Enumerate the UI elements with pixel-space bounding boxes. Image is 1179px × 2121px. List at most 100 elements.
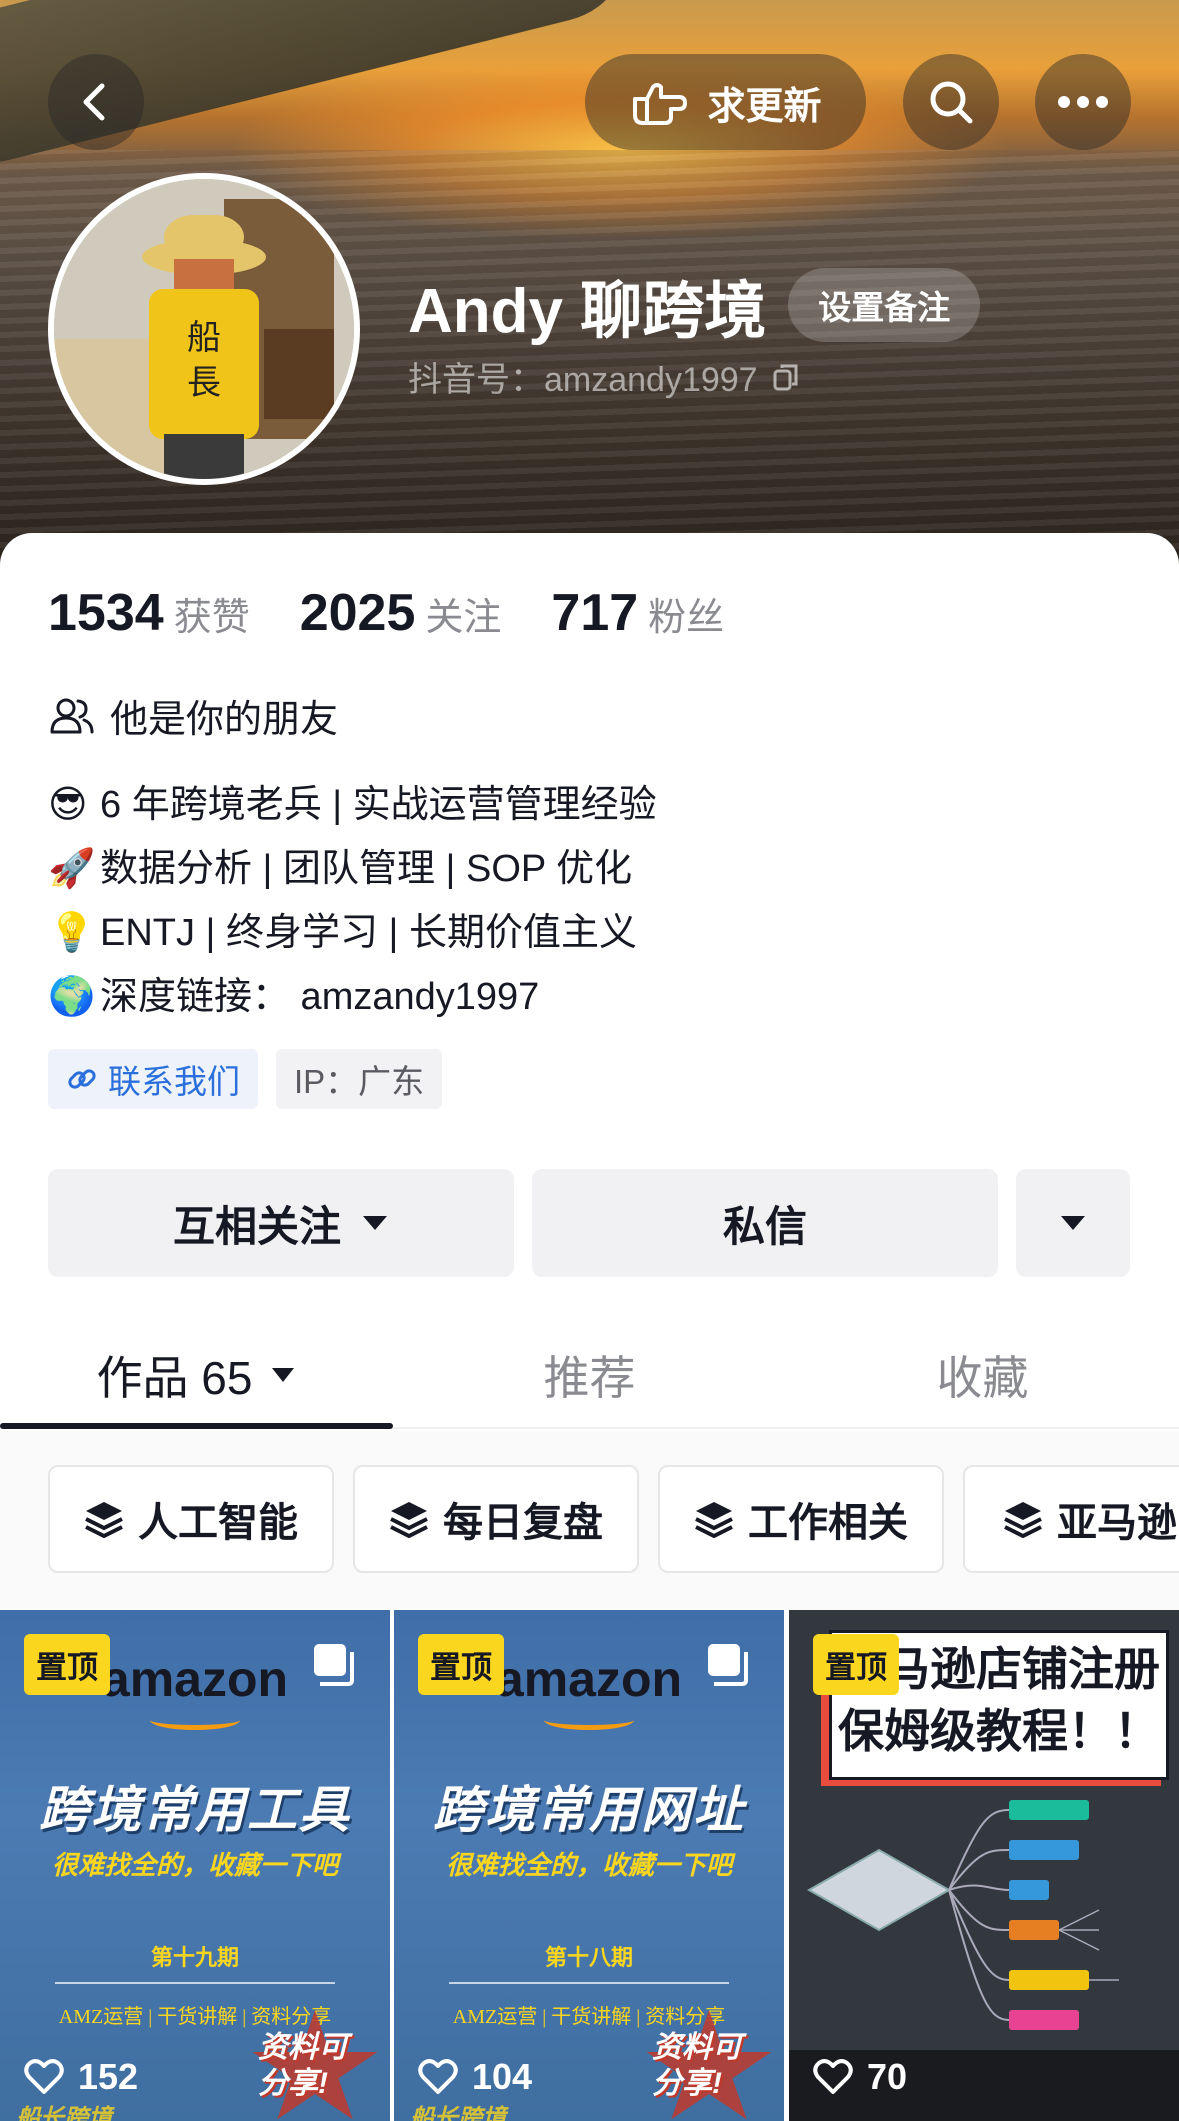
multi-image-icon: [314, 1644, 354, 1686]
mutual-follow-button[interactable]: 互相关注: [48, 1169, 514, 1277]
stat-likes[interactable]: 1534 获赞: [48, 583, 250, 643]
profile-actions: 互相关注 私信: [48, 1169, 1130, 1277]
collection-chip[interactable]: 人工智能: [48, 1465, 334, 1573]
video-likes: 152: [24, 2056, 138, 2098]
heart-icon: [24, 2059, 64, 2094]
collection-chip-label: 工作相关: [748, 1501, 908, 1545]
tab-works[interactable]: 作品 65: [0, 1321, 393, 1429]
tab-favorites-label: 收藏: [936, 1352, 1029, 1404]
tab-recommend[interactable]: 推荐: [393, 1321, 786, 1429]
contact-us-tag[interactable]: 联系我们: [48, 1049, 258, 1109]
share-badge-line: 资料可: [258, 2031, 348, 2064]
friend-status: 他是你的朋友: [48, 688, 338, 743]
share-badge-line: 分享!: [258, 2067, 328, 2100]
bio-line-text: 深度链接： amzandy1997: [100, 976, 540, 1018]
svg-text:船: 船: [187, 318, 221, 358]
video-likes: 104: [418, 2056, 532, 2098]
tab-recommend-label: 推荐: [543, 1352, 636, 1404]
bio-line: 🚀 数据分析 | 团队管理 | SOP 优化: [48, 837, 657, 901]
video-tile[interactable]: 亚马逊店铺注册 保姆级教程！！ 置顶 70: [789, 1610, 1179, 2121]
video-subtitle: 很难找全的，收藏一下吧: [445, 1850, 732, 1880]
layers-icon: [390, 1502, 428, 1538]
active-tab-indicator: [0, 1423, 393, 1429]
more-dots-icon: [1058, 96, 1108, 108]
collections-row: 人工智能 每日复盘 工作相关 亚马逊: [0, 1431, 1179, 1611]
collection-chip[interactable]: 亚马逊: [963, 1465, 1179, 1573]
amazon-smile-icon: [544, 1710, 634, 1730]
back-button[interactable]: [48, 54, 144, 150]
ip-location-tag: IP：广东: [276, 1049, 443, 1109]
hand-point-icon: [633, 83, 688, 125]
share-badge-line: 分享!: [652, 2067, 722, 2100]
bio-line: 💡 ENTJ | 终身学习 | 长期价值主义: [48, 901, 657, 965]
pinned-badge: 置顶: [418, 1634, 504, 1695]
stat-followers-value: 717: [551, 584, 639, 642]
divider: [449, 1982, 729, 1984]
video-tile[interactable]: amazon 跨境常用网址 很难找全的，收藏一下吧 第十八期 AMZ运营 | 干…: [394, 1610, 784, 2121]
video-title-line: 保姆级教程！！: [838, 1705, 1160, 1757]
globe-emoji-icon: 🌍: [48, 974, 96, 1018]
profile-tags: 联系我们 IP：广东: [48, 1049, 443, 1109]
layers-icon: [1004, 1502, 1042, 1538]
stat-following[interactable]: 2025 关注: [300, 583, 502, 643]
profile-card: 1534 获赞 2025 关注 717 粉丝 他是你的朋友 😎 6 年跨境老兵 | 实战…: [0, 533, 1179, 2121]
request-update-label: 求更新: [707, 85, 822, 128]
video-likes-count: 70: [867, 2056, 908, 2097]
pinned-badge: 置顶: [24, 1634, 110, 1695]
divider: [55, 1982, 335, 1984]
tab-favorites[interactable]: 收藏: [786, 1321, 1179, 1429]
collection-chip[interactable]: 每日复盘: [353, 1465, 639, 1573]
friends-icon: [50, 698, 94, 733]
stat-following-value: 2025: [299, 584, 416, 642]
video-subtitle: 很难找全的，收藏一下吧: [51, 1850, 338, 1880]
sunglasses-emoji-icon: 😎: [48, 782, 88, 826]
bio-line-text: 6 年跨境老兵 | 实战运营管理经验: [100, 784, 657, 826]
collection-chip-label: 亚马逊: [1057, 1501, 1177, 1545]
video-watermark: 船长跨境: [410, 2105, 506, 2121]
bio-line: 🌍 深度链接： amzandy1997: [48, 965, 657, 1029]
profile-name: Andy 聊跨境: [408, 277, 767, 346]
ip-location-label: IP：广东: [294, 1063, 425, 1100]
stat-following-label: 关注: [425, 597, 502, 639]
contact-us-label: 联系我们: [108, 1063, 240, 1100]
message-button[interactable]: 私信: [532, 1169, 998, 1277]
video-grid: amazon 跨境常用工具 很难找全的，收藏一下吧 第十九期 AMZ运营 | 干…: [0, 1610, 1179, 2121]
heart-icon: [813, 2059, 853, 2094]
layers-icon: [85, 1502, 123, 1538]
more-actions-button[interactable]: [1016, 1169, 1130, 1277]
profile-cover: 求更新 船 長 Andy 聊跨境 设置备注 抖音号：amzandy1997: [0, 0, 1179, 580]
search-icon: [930, 81, 973, 124]
stat-likes-value: 1534: [48, 584, 164, 642]
tab-works-label: 作品 65: [96, 1352, 253, 1404]
search-button[interactable]: [903, 54, 999, 150]
bio-line-text: 数据分析 | 团队管理 | SOP 优化: [100, 848, 633, 890]
stat-likes-label: 获赞: [173, 597, 250, 639]
share-badge: 资料可 分享!: [652, 2030, 742, 2102]
share-badge-line: 资料可: [652, 2031, 742, 2064]
video-title: 跨境常用网址: [433, 1782, 745, 1838]
heart-icon: [418, 2059, 458, 2094]
douyin-id[interactable]: 抖音号：amzandy1997: [408, 352, 802, 401]
share-badge: 资料可 分享!: [258, 2030, 348, 2102]
mutual-follow-label: 互相关注: [172, 1202, 341, 1250]
stat-followers[interactable]: 717 粉丝: [551, 583, 724, 643]
lightbulb-emoji-icon: 💡: [48, 910, 96, 954]
video-tile[interactable]: amazon 跨境常用工具 很难找全的，收藏一下吧 第十九期 AMZ运营 | 干…: [0, 1610, 390, 2121]
stat-followers-label: 粉丝: [648, 597, 725, 639]
avatar[interactable]: 船 長: [48, 173, 360, 485]
bio-line-text: ENTJ | 终身学习 | 长期价值主义: [100, 912, 637, 954]
video-issue: 第十九期: [150, 1945, 239, 1970]
set-remark-button[interactable]: 设置备注: [788, 268, 981, 342]
more-options-button[interactable]: [1035, 54, 1131, 150]
profile-stats: 1534 获赞 2025 关注 717 粉丝: [48, 583, 724, 643]
copy-icon[interactable]: [772, 362, 802, 392]
content-tabs: 作品 65 推荐 收藏: [0, 1321, 1179, 1429]
video-likes: 70: [813, 2056, 907, 2098]
video-issue: 第十八期: [544, 1945, 633, 1970]
collection-chip[interactable]: 工作相关: [658, 1465, 944, 1573]
layers-icon: [695, 1502, 733, 1538]
rocket-emoji-icon: 🚀: [48, 846, 96, 890]
link-icon: [68, 1069, 96, 1089]
request-update-button[interactable]: 求更新: [585, 54, 866, 150]
caret-down-icon: [363, 1216, 387, 1230]
